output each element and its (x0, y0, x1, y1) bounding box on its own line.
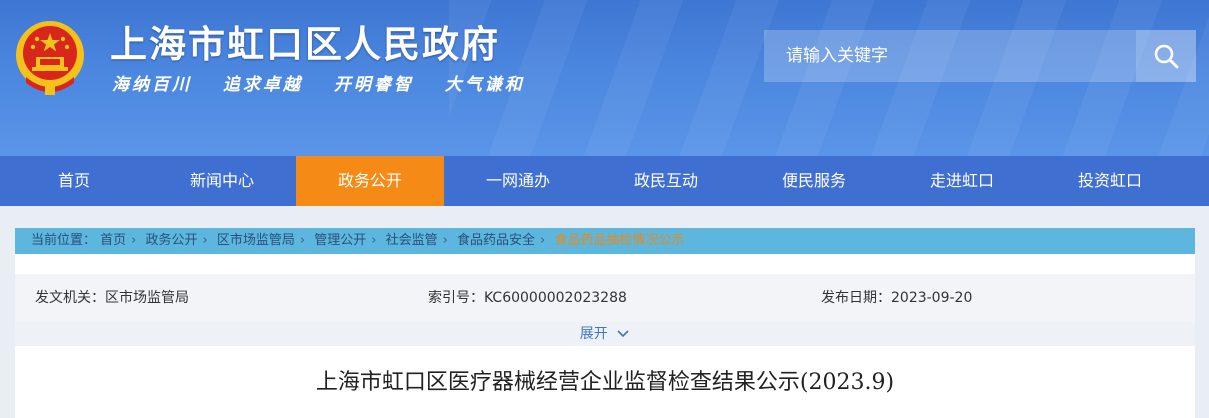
nav-item-interaction[interactable]: 政民互动 (592, 156, 740, 206)
nav-item-public-services[interactable]: 便民服务 (740, 156, 888, 206)
site-title[interactable]: 上海市虹口区人民政府 (110, 14, 500, 68)
breadcrumb-separator: › (299, 233, 306, 248)
breadcrumb-market-regulation[interactable]: 区市场监管局 (217, 233, 295, 248)
breadcrumb-social-supervision[interactable]: 社会监管 (386, 233, 438, 248)
breadcrumb-management[interactable]: 管理公开 (314, 233, 366, 248)
breadcrumb-government-affairs[interactable]: 政务公开 (146, 233, 198, 248)
site-slogan: 海纳百川 追求卓越 开明睿智 大气谦和 (112, 70, 547, 95)
expand-toggle[interactable]: 展开 (15, 322, 1195, 346)
national-emblem-icon[interactable] (12, 17, 88, 97)
search-input[interactable] (764, 30, 1136, 82)
search-icon (1154, 44, 1179, 69)
chevron-down-icon (617, 330, 629, 338)
nav-item-government-affairs[interactable]: 政务公开 (296, 156, 444, 206)
slogan-4: 大气谦和 (444, 75, 525, 95)
breadcrumb-separator: › (371, 233, 377, 248)
nav-item-news[interactable]: 新闻中心 (148, 156, 296, 206)
meta-index-number: 索引号：KC60000002023288 (428, 290, 627, 306)
document-meta: 发文机关：区市场监管局 索引号：KC60000002023288 发布日期：20… (15, 274, 1195, 322)
content-panel: 当前位置： 首页 › 政务公开 › 区市场监管局 › 管理公开 › 社会监管 › 食品药品… (15, 228, 1195, 418)
breadcrumb-separator: › (131, 233, 137, 248)
nav-item-invest-hongkou[interactable]: 投资虹口 (1036, 156, 1184, 206)
expand-label: 展开 (579, 326, 608, 342)
nav-item-about-hongkou[interactable]: 走进虹口 (888, 156, 1036, 206)
document-title: 上海市虹口区医疗器械经营企业监督检查结果公示(2023.9) (315, 370, 895, 395)
nav-item-online-services[interactable]: 一网通办 (444, 156, 592, 206)
breadcrumb-separator: › (442, 233, 448, 248)
main-nav: 首页 新闻中心 政务公开 一网通办 政民互动 便民服务 走进虹口 投资虹口 (0, 156, 1209, 206)
breadcrumb-food-drug-safety[interactable]: 食品药品安全 (457, 233, 535, 248)
slogan-1: 海纳百川 (112, 75, 192, 95)
nav-item-home[interactable]: 首页 (0, 156, 148, 206)
meta-publish-date: 发布日期：2023-09-20 (821, 290, 973, 306)
search-button[interactable] (1136, 30, 1196, 82)
breadcrumb-prefix: 当前位置： (31, 233, 97, 248)
slogan-2: 追求卓越 (222, 75, 303, 95)
breadcrumb-separator: › (202, 233, 208, 248)
search-box (764, 30, 1196, 82)
breadcrumb-home[interactable]: 首页 (100, 233, 126, 248)
slogan-3: 开明睿智 (333, 75, 414, 95)
breadcrumb-separator: › (539, 233, 546, 248)
meta-issuer: 发文机关：区市场监管局 (35, 290, 189, 306)
site-header: 上海市虹口区人民政府 海纳百川 追求卓越 开明睿智 大气谦和 (0, 0, 1209, 156)
breadcrumb-current[interactable]: 食品药品抽检情况公示 (554, 233, 684, 248)
breadcrumb: 当前位置： 首页 › 政务公开 › 区市场监管局 › 管理公开 › 社会监管 › 食品药品… (15, 228, 1195, 254)
